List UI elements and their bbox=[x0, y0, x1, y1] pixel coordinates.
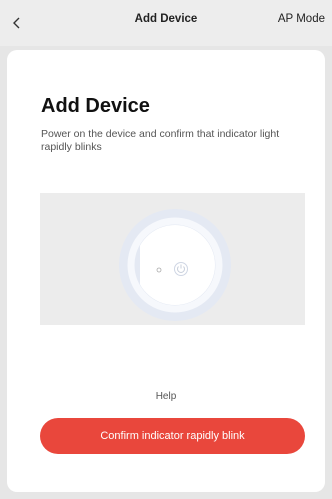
device-illustration bbox=[40, 193, 305, 325]
help-link[interactable]: Help bbox=[7, 391, 325, 402]
instruction-text: Power on the device and confirm that ind… bbox=[41, 128, 280, 153]
confirm-blink-button[interactable]: Confirm indicator rapidly blink bbox=[40, 418, 305, 454]
device-illustration-graphic bbox=[119, 209, 231, 321]
add-device-card: Add Device Power on the device and confi… bbox=[7, 50, 325, 492]
nav-bar: Add Device AP Mode bbox=[0, 0, 332, 46]
ap-mode-button[interactable]: AP Mode bbox=[278, 13, 325, 25]
page-heading: Add Device bbox=[41, 95, 150, 117]
